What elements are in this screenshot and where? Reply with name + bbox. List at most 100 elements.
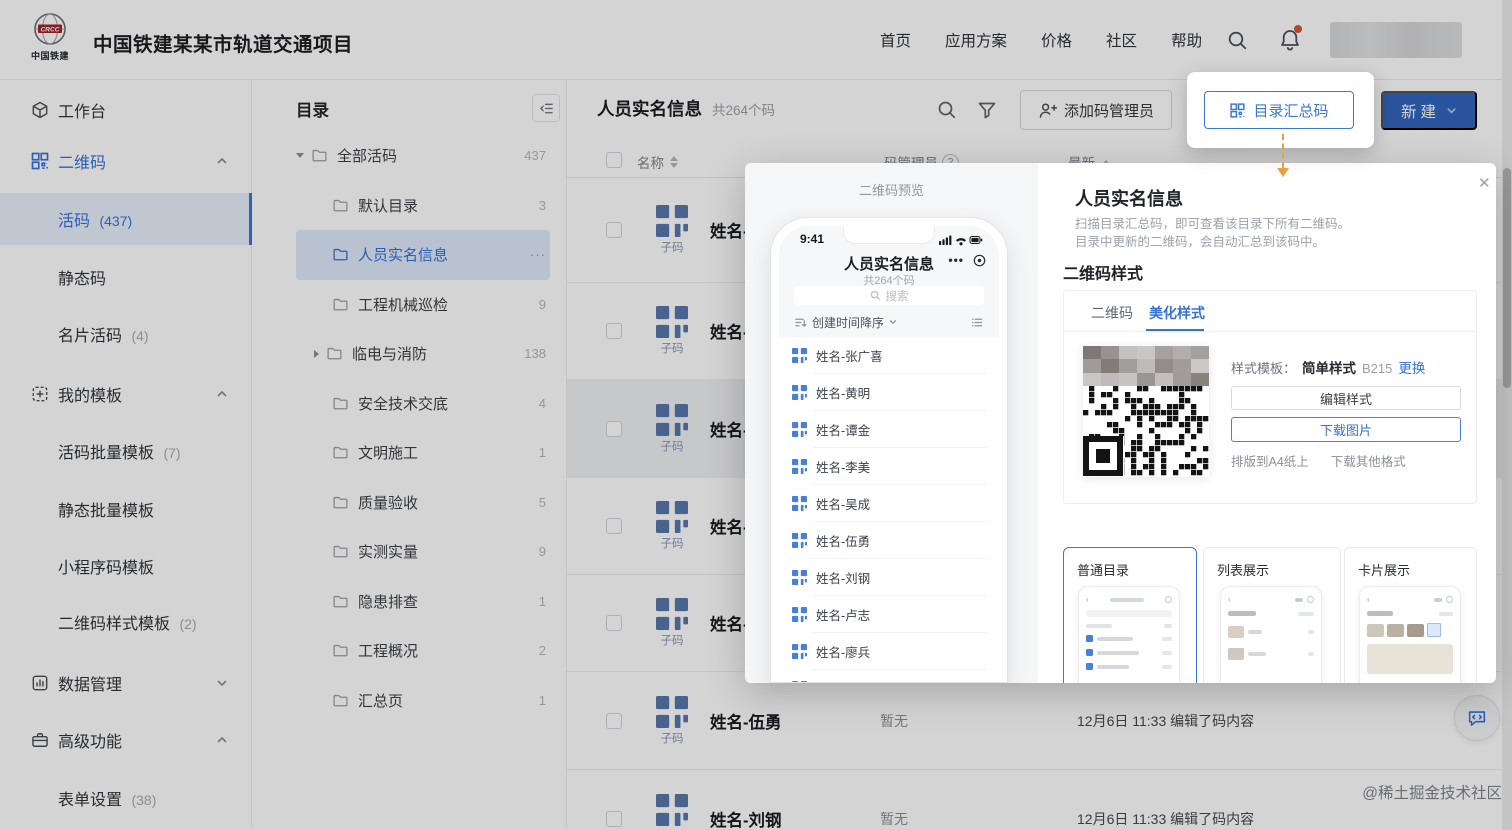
directory-summary-code-button[interactable]: 目录汇总码 xyxy=(1204,91,1354,129)
phone-list-item[interactable]: 姓名-伍勇 xyxy=(779,522,999,559)
sidebar-item-my-templates[interactable]: 我的模板 xyxy=(0,370,252,418)
directory-item-default[interactable]: 默认目录 3 xyxy=(296,181,550,231)
download-image-button[interactable]: 下载图片 xyxy=(1231,417,1461,442)
directory-item-label: 质量验收 xyxy=(358,492,418,513)
row-checkbox[interactable] xyxy=(606,421,622,437)
phone-list-item[interactable]: 姓名-吴成 xyxy=(779,485,999,522)
page-scrollbar-thumb[interactable] xyxy=(1503,168,1511,388)
phone-screen: 9:41 人员实名信息 ••• 共264个码 搜索 xyxy=(779,226,999,682)
directory-item-summary[interactable]: 汇总页 1 xyxy=(296,676,550,726)
row-checkbox[interactable] xyxy=(606,323,622,339)
phone-search-bar[interactable]: 搜索 xyxy=(794,286,984,305)
directory-item-realname-info[interactable]: 人员实名信息 ··· xyxy=(296,230,550,280)
row-checkbox[interactable] xyxy=(606,518,622,534)
sidebar-item-form-settings[interactable]: 表单设置 (38) xyxy=(0,772,252,824)
sidebar-item-card-codes[interactable]: 名片活码 (4) xyxy=(0,308,252,360)
edit-style-button[interactable]: 编辑样式 xyxy=(1231,386,1461,410)
mini-preview-cards: ‹ xyxy=(1359,586,1461,683)
directory-item-overview[interactable]: 工程概况 2 xyxy=(296,626,550,676)
phone-list-item[interactable]: 姓名-刘钢 xyxy=(779,559,999,596)
phone-list-item[interactable]: 姓名-廖兵 xyxy=(779,633,999,670)
caret-down-icon[interactable] xyxy=(296,153,304,158)
directory-item-safety[interactable]: 安全技术交底 4 xyxy=(296,379,550,429)
code-name[interactable]: 姓名-刘钢 xyxy=(710,807,782,830)
directory-item-quality[interactable]: 质量验收 5 xyxy=(296,478,550,528)
code-name[interactable]: 姓名- xyxy=(710,218,749,242)
sidebar-item-label: 表单设置 xyxy=(58,792,122,809)
sidebar-item-static-codes[interactable]: 静态码 xyxy=(0,251,252,303)
folder-icon xyxy=(332,444,349,461)
code-name[interactable]: 姓名- xyxy=(710,319,749,343)
subcode-icon: 子码 xyxy=(650,598,694,648)
sidebar-item-qrcode[interactable]: 二维码 xyxy=(0,137,252,185)
code-name[interactable]: 姓名-伍勇 xyxy=(710,709,782,733)
scan-style-card-list[interactable]: 列表展示 ‹ xyxy=(1203,547,1341,683)
list-view-icon[interactable] xyxy=(970,316,984,329)
sidebar-item-live-batch-template[interactable]: 活码批量模板 (7) xyxy=(0,425,252,477)
collapse-panel-icon[interactable] xyxy=(532,94,560,122)
row-checkbox[interactable] xyxy=(606,713,622,729)
search-icon[interactable] xyxy=(1226,29,1249,52)
feedback-chat-button[interactable] xyxy=(1454,695,1500,741)
nav-community[interactable]: 社区 xyxy=(1106,29,1137,51)
more-dots-icon[interactable]: ••• xyxy=(948,253,964,267)
directory-item-power-fire[interactable]: 临电与消防 138 xyxy=(296,329,550,379)
phone-list-item[interactable]: 姓名-张广喜 xyxy=(779,337,999,374)
latest-activity: 12月6日 11:33 编辑了码内容 xyxy=(1077,809,1254,829)
sidebar-item-data-management[interactable]: 数据管理 xyxy=(0,659,252,707)
code-name[interactable]: 姓名- xyxy=(710,514,749,538)
phone-list-item[interactable]: 姓名-卢志 xyxy=(779,596,999,633)
filter-funnel-icon[interactable] xyxy=(976,99,998,121)
row-checkbox[interactable] xyxy=(606,615,622,631)
add-manager-button[interactable]: 添加码管理员 xyxy=(1020,90,1172,130)
page-scrollbar-track[interactable] xyxy=(1502,0,1512,830)
logo-caption: 中国铁建 xyxy=(28,49,72,62)
phone-list-item[interactable]: 姓名-周春 xyxy=(779,670,999,682)
create-new-button[interactable]: 新建 xyxy=(1381,91,1477,130)
more-actions-icon[interactable]: ··· xyxy=(530,247,550,262)
table-row[interactable]: 子码 姓名-伍勇 暂无 12月6日 11:33 编辑了码内容 xyxy=(567,672,1512,770)
sidebar-item-workbench[interactable]: 工作台 xyxy=(0,86,252,134)
nav-pricing[interactable]: 价格 xyxy=(1041,29,1072,51)
nav-home[interactable]: 首页 xyxy=(880,29,911,51)
nav-help[interactable]: 帮助 xyxy=(1171,29,1202,51)
sidebar-item-advanced[interactable]: 高级功能 xyxy=(0,716,252,764)
column-name[interactable]: 名称 xyxy=(637,152,678,172)
phone-list-item[interactable]: 姓名-李美 xyxy=(779,448,999,485)
phone-list-item[interactable]: 姓名-黄明 xyxy=(779,374,999,411)
phone-status-icons xyxy=(939,234,983,246)
row-checkbox[interactable] xyxy=(606,222,622,238)
select-all-checkbox[interactable] xyxy=(606,152,622,168)
code-name[interactable]: 姓名- xyxy=(710,417,749,441)
scan-style-card-directory[interactable]: 普通目录 ‹ xyxy=(1063,547,1197,683)
code-name[interactable]: 姓名- xyxy=(710,611,749,635)
phone-list-item[interactable]: 姓名-谭金 xyxy=(779,411,999,448)
change-template-link[interactable]: 更换 xyxy=(1398,357,1425,377)
directory-item-hazard[interactable]: 隐患排查 1 xyxy=(296,577,550,627)
download-other-link[interactable]: 下载其他格式 xyxy=(1331,451,1406,470)
tab-beautify[interactable]: 美化样式 xyxy=(1149,303,1205,323)
directory-item-all[interactable]: 全部活码 437 xyxy=(296,131,550,181)
sort-icons[interactable] xyxy=(670,156,678,168)
layout-a4-link[interactable]: 排版到A4纸上 xyxy=(1231,451,1309,470)
caret-right-icon[interactable] xyxy=(314,350,319,358)
row-checkbox[interactable] xyxy=(606,811,622,827)
nav-solutions[interactable]: 应用方案 xyxy=(945,29,1007,51)
notification-bell-icon[interactable] xyxy=(1278,27,1302,53)
sidebar-item-miniapp-template[interactable]: 小程序码模板 xyxy=(0,540,252,592)
search-icon[interactable] xyxy=(936,99,958,121)
sidebar-item-style-template[interactable]: 二维码样式模板 (2) xyxy=(0,596,252,648)
sort-order-label[interactable]: 创建时间降序 xyxy=(812,314,884,331)
user-account-blurred[interactable] xyxy=(1330,22,1462,58)
capsule-target-icon[interactable] xyxy=(973,254,986,267)
sidebar-item-static-batch-template[interactable]: 静态批量模板 xyxy=(0,483,252,535)
directory-item-machinery[interactable]: 工程机械巡检 9 xyxy=(296,280,550,330)
scan-style-card-cards[interactable]: 卡片展示 ‹ xyxy=(1344,547,1477,683)
directory-item-measure[interactable]: 实测实量 9 xyxy=(296,527,550,577)
directory-item-civilized[interactable]: 文明施工 1 xyxy=(296,428,550,478)
tab-qrcode[interactable]: 二维码 xyxy=(1091,303,1133,323)
sidebar-item-live-codes[interactable]: 活码 (437) xyxy=(0,193,252,245)
qr-pattern xyxy=(1083,386,1209,477)
qr-style-section-title: 二维码样式 xyxy=(1063,260,1143,284)
close-icon[interactable]: ✕ xyxy=(1478,174,1491,192)
